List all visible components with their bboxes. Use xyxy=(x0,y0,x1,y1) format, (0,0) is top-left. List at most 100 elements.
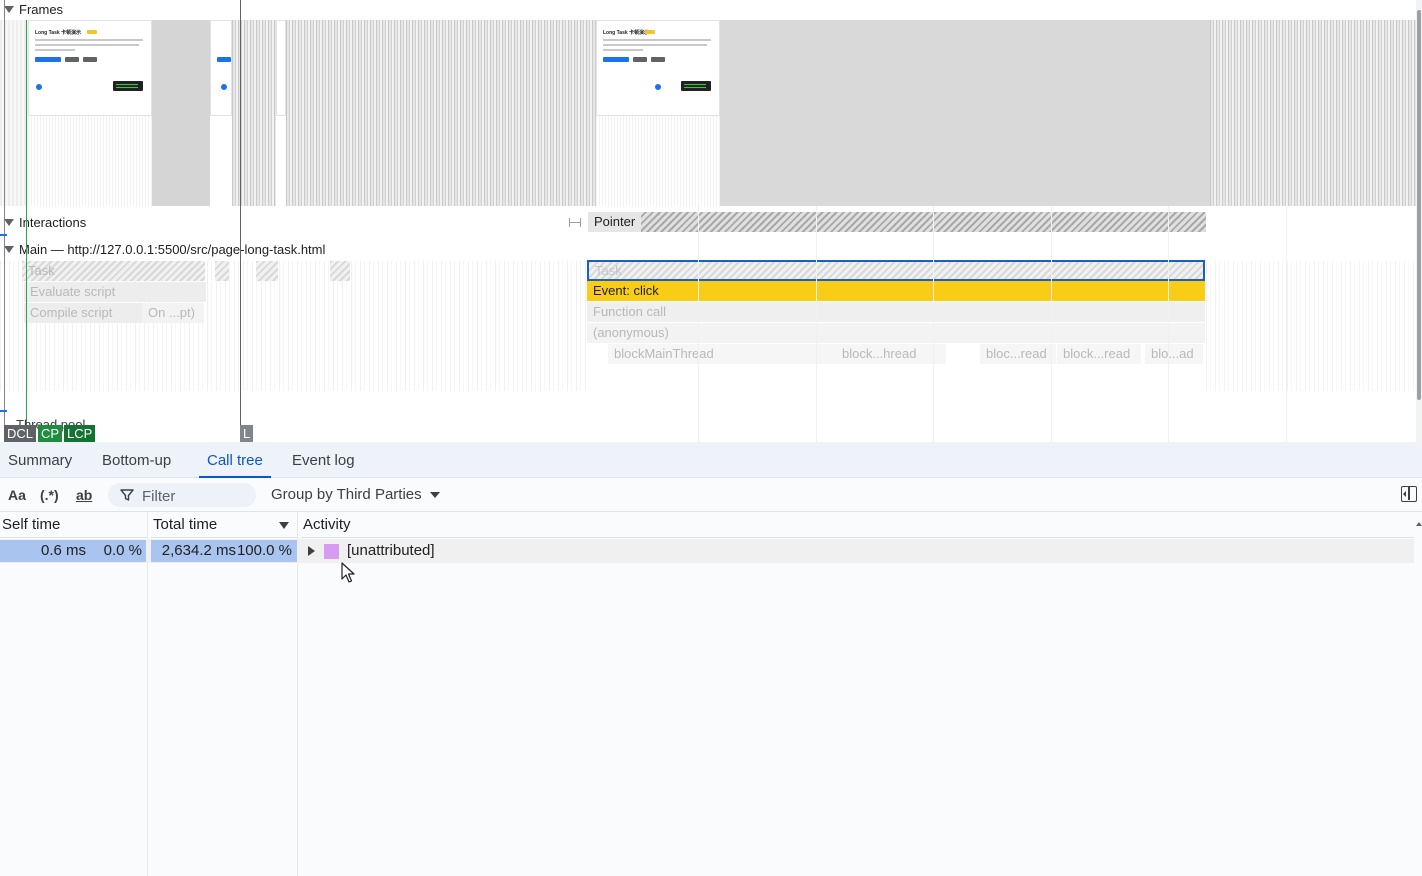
thumbnail-badge xyxy=(645,30,655,34)
collapse-triangle-icon[interactable] xyxy=(4,5,14,13)
thumbnail-text-line xyxy=(35,44,139,46)
total-time-percent: 100.0 % xyxy=(236,542,292,559)
activity-name[interactable]: [unattributed] xyxy=(347,540,435,562)
pointer-label: Pointer xyxy=(588,212,642,232)
column-activity[interactable]: Activity xyxy=(301,512,1414,538)
thumbnail-console xyxy=(113,81,143,91)
grid-line xyxy=(698,206,699,442)
frame-thumbnail[interactable]: Long Task 卡顿演示 xyxy=(596,20,720,116)
grid-line xyxy=(1286,206,1287,442)
column-total-time[interactable]: Total time xyxy=(151,512,297,538)
column-divider xyxy=(147,512,148,876)
thumbnail-button xyxy=(603,57,629,62)
frame-dropped xyxy=(286,20,596,206)
interactions-track-header[interactable]: Interactions xyxy=(0,213,86,231)
navigation-start-line xyxy=(4,0,5,442)
activity-color-swatch xyxy=(324,544,339,559)
flame-block-main-thread[interactable]: block...hread xyxy=(836,344,946,364)
flame-on-script[interactable]: On ...pt) xyxy=(142,303,204,323)
load-marker[interactable]: L xyxy=(240,425,254,442)
grid-line xyxy=(816,206,817,442)
grid-line xyxy=(933,206,934,442)
frames-label: Frames xyxy=(19,1,64,17)
call-tree-toolbar: Aa (.*) ab Group by Third Parties xyxy=(0,478,1422,512)
timeline-scrollbar-thumb[interactable] xyxy=(1417,10,1421,400)
thumbnail-text-line xyxy=(603,49,643,51)
regex-button[interactable]: (.*) xyxy=(40,484,59,506)
flame-block-main-thread[interactable]: blo...ad xyxy=(1145,344,1203,364)
thumbnail-text-line xyxy=(603,44,707,46)
filter-icon xyxy=(120,489,134,501)
cp-marker[interactable]: CP xyxy=(38,425,63,442)
thumbnail-badge xyxy=(87,30,97,34)
self-time-ms: 0.6 ms xyxy=(40,542,86,559)
scroll-up-icon[interactable] xyxy=(1416,522,1422,526)
frame-thumbnail[interactable] xyxy=(276,20,286,116)
pointer-interaction[interactable]: Pointer xyxy=(588,212,1206,232)
flame-block-main-thread[interactable]: block...read xyxy=(1057,344,1141,364)
flame-block-main-thread[interactable]: blockMainThread xyxy=(608,344,836,364)
thumbnail-title: Long Task 卡顿演示 xyxy=(603,30,650,36)
frame-empty xyxy=(28,116,152,206)
column-total-time-label: Total time xyxy=(153,516,218,533)
flame-task[interactable]: Task xyxy=(22,261,205,281)
flame-task[interactable] xyxy=(330,261,350,281)
collapse-triangle-icon[interactable] xyxy=(4,245,14,253)
column-divider xyxy=(297,512,298,876)
total-time-ms: 2,634.2 ms xyxy=(161,542,236,559)
frame-dropped xyxy=(1210,20,1416,206)
tab-event-log[interactable]: Event log xyxy=(284,442,363,478)
flame-task-selected[interactable]: Task xyxy=(587,260,1205,281)
match-case-button[interactable]: Aa xyxy=(8,484,26,506)
frame-dropped xyxy=(232,20,276,206)
flame-block-main-thread[interactable]: bloc...read xyxy=(980,344,1056,364)
call-tree-table: Self time Total time Activity 0.6 ms 0.0… xyxy=(0,512,1422,876)
tab-call-tree[interactable]: Call tree xyxy=(199,442,271,478)
flame-anonymous[interactable]: (anonymous) xyxy=(587,323,1205,343)
lcp-marker[interactable]: LCP xyxy=(64,425,96,442)
thumbnail-button xyxy=(633,57,647,62)
frame-thumbnail[interactable]: Long Task 卡顿演示 xyxy=(28,20,152,116)
interaction-whisker xyxy=(569,218,581,227)
main-thread-label: Main — http://127.0.0.1:5500/src/page-lo… xyxy=(19,241,326,257)
thumbnail-text-line xyxy=(35,49,75,51)
filter-field[interactable] xyxy=(108,483,256,507)
group-by-label: Group by Third Parties xyxy=(271,486,422,503)
frames-track-header[interactable]: Frames xyxy=(0,0,63,18)
dcl-marker[interactable]: DCL xyxy=(4,425,37,442)
flame-event-click[interactable]: Event: click xyxy=(587,281,1205,301)
grid-line xyxy=(1168,206,1169,442)
self-time-percent: 0.0 % xyxy=(103,542,142,559)
thumbnail-dot xyxy=(36,84,42,90)
tab-summary[interactable]: Summary xyxy=(0,442,80,478)
flame-evaluate-script[interactable]: Evaluate script xyxy=(24,282,206,302)
main-track-header[interactable]: Main — http://127.0.0.1:5500/src/page-lo… xyxy=(0,240,325,258)
whole-word-button[interactable]: ab xyxy=(76,484,92,506)
details-tab-bar: Summary Bottom-up Call tree Event log xyxy=(0,442,1422,478)
thumbnail-dot xyxy=(655,84,661,90)
flame-task[interactable] xyxy=(256,261,278,281)
column-self-time[interactable]: Self time xyxy=(0,512,147,538)
track-drag-handle[interactable] xyxy=(0,234,7,236)
group-by-dropdown[interactable]: Group by Third Parties xyxy=(271,484,440,506)
flame-task[interactable] xyxy=(215,261,229,281)
collapse-triangle-icon[interactable] xyxy=(4,218,14,226)
expand-triangle-icon[interactable] xyxy=(308,546,315,556)
flame-compile-script[interactable]: Compile script xyxy=(24,303,142,323)
frame-empty xyxy=(596,116,720,206)
activity-noise xyxy=(1206,261,1416,391)
toggle-sidebar-icon[interactable] xyxy=(1401,486,1417,502)
flame-function-call[interactable]: Function call xyxy=(587,302,1205,322)
mouse-cursor-icon xyxy=(341,562,355,583)
thumbnail-title: Long Task 卡顿演示 xyxy=(35,30,82,36)
performance-timeline[interactable]: Frames Long Task 卡顿演示 Long Task 卡顿演示 Int… xyxy=(0,0,1422,442)
frames-strip[interactable]: Long Task 卡顿演示 Long Task 卡顿演示 xyxy=(0,20,1416,206)
thumbnail-dot xyxy=(221,84,227,90)
frame-thumbnail[interactable] xyxy=(210,20,232,116)
dropdown-caret-icon xyxy=(429,492,440,498)
filter-input[interactable] xyxy=(140,485,254,507)
frame-dropped xyxy=(152,20,210,206)
tab-bottom-up[interactable]: Bottom-up xyxy=(94,442,179,478)
track-drag-handle[interactable] xyxy=(0,410,7,412)
timeline-scrollbar[interactable] xyxy=(1416,0,1422,442)
